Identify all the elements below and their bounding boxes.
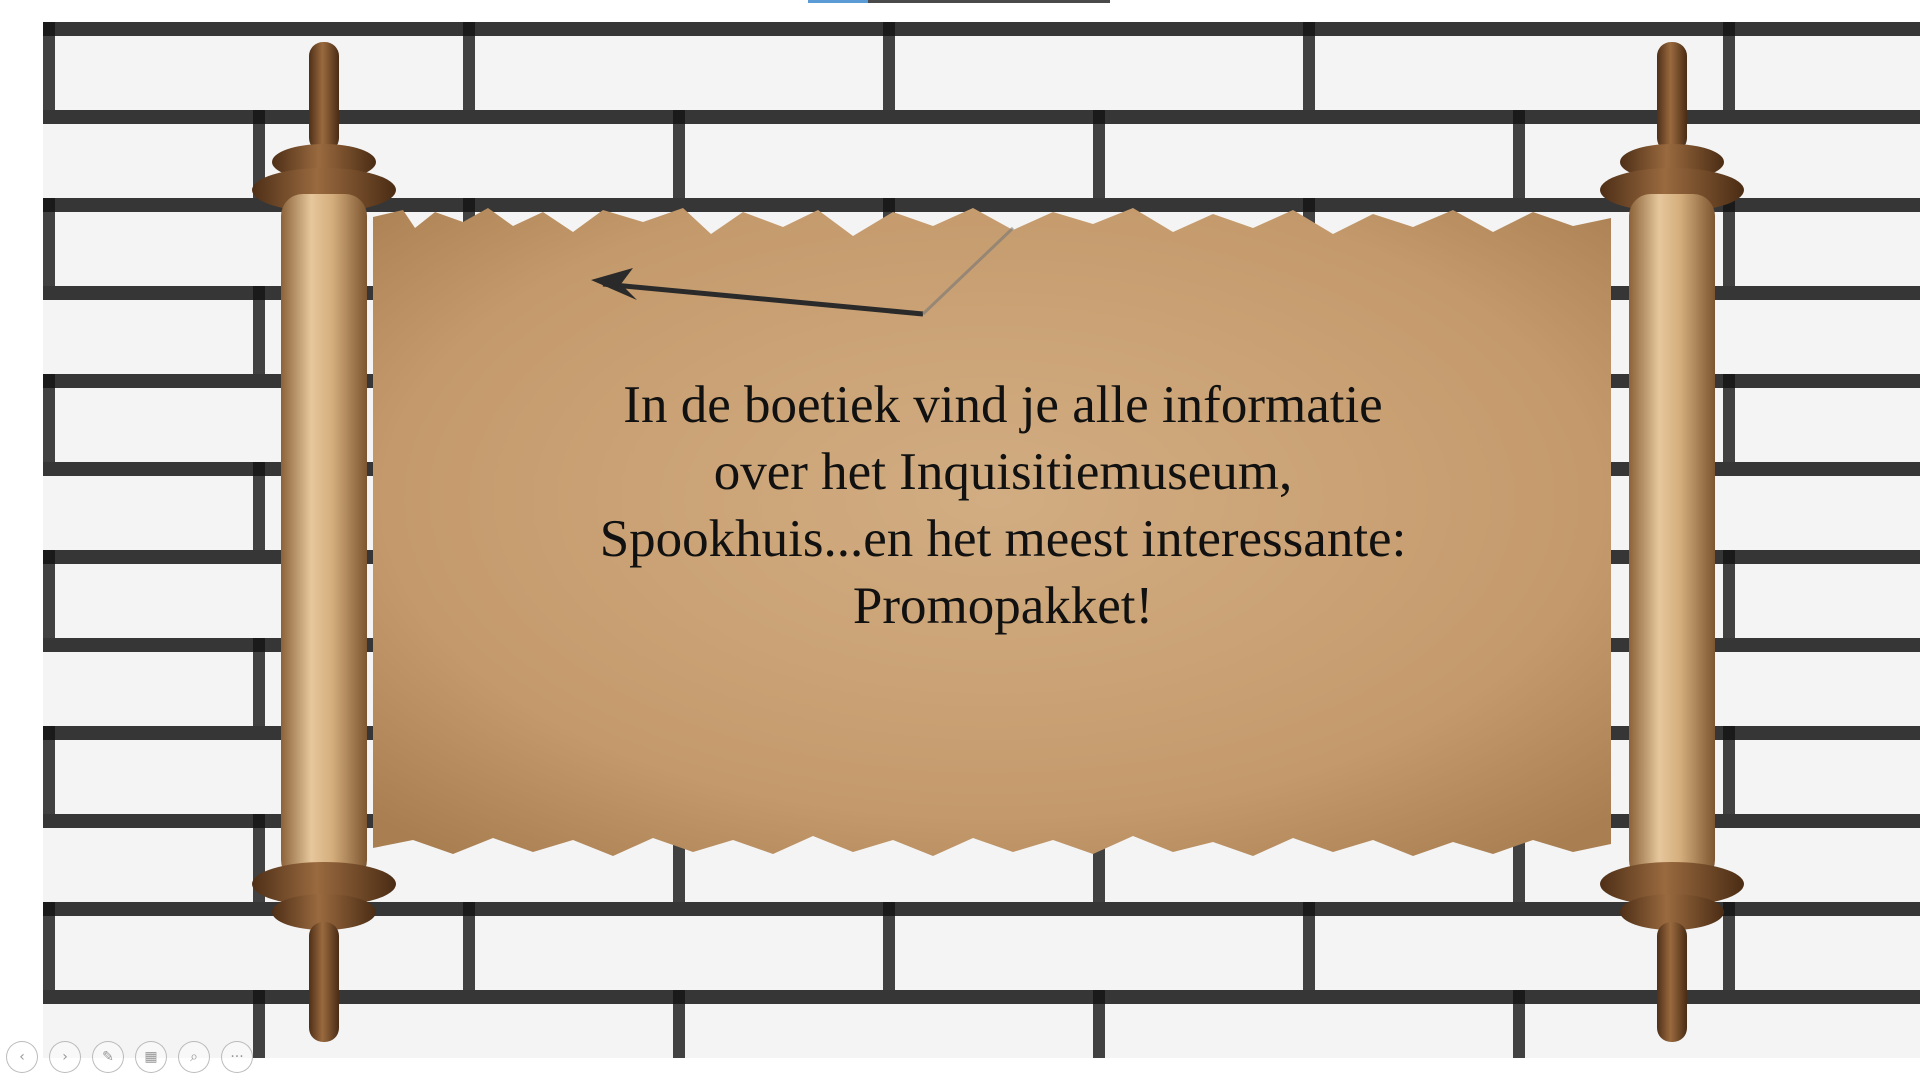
slide-text-line: Promopakket! bbox=[852, 577, 1154, 635]
see-all-slides-button[interactable]: ▦ bbox=[135, 1041, 167, 1073]
zoom-button[interactable]: ⌕ bbox=[178, 1041, 210, 1073]
next-slide-button[interactable]: › bbox=[49, 1041, 81, 1073]
slide-text-line: In de boetiek vind je alle informatie bbox=[623, 376, 1383, 434]
chevron-right-icon: › bbox=[62, 1049, 68, 1065]
slide-progress-bar bbox=[808, 0, 1110, 3]
pen-icon: ✎ bbox=[102, 1049, 114, 1065]
slide-canvas[interactable]: In de boetiek vind je alle informatie ov… bbox=[43, 22, 1920, 1058]
grid-icon: ▦ bbox=[144, 1049, 158, 1065]
previous-slide-button[interactable]: ‹ bbox=[6, 1041, 38, 1073]
ellipsis-icon: ··· bbox=[230, 1049, 244, 1065]
pen-tool-button[interactable]: ✎ bbox=[92, 1041, 124, 1073]
slideshow-controls: ‹ › ✎ ▦ ⌕ ··· bbox=[6, 1040, 253, 1074]
slide-progress-fill bbox=[808, 0, 869, 3]
right-scroll-roller bbox=[1600, 42, 1744, 1042]
slide-body-text: In de boetiek vind je alle informatie ov… bbox=[423, 372, 1583, 640]
chevron-left-icon: ‹ bbox=[19, 1049, 25, 1065]
slide-text-line: Spookhuis...en het meest interessante: bbox=[599, 510, 1407, 568]
more-options-button[interactable]: ··· bbox=[221, 1041, 253, 1073]
slide-text-line: over het Inquisitiemuseum, bbox=[713, 443, 1293, 501]
magnifier-icon: ⌕ bbox=[190, 1049, 198, 1065]
